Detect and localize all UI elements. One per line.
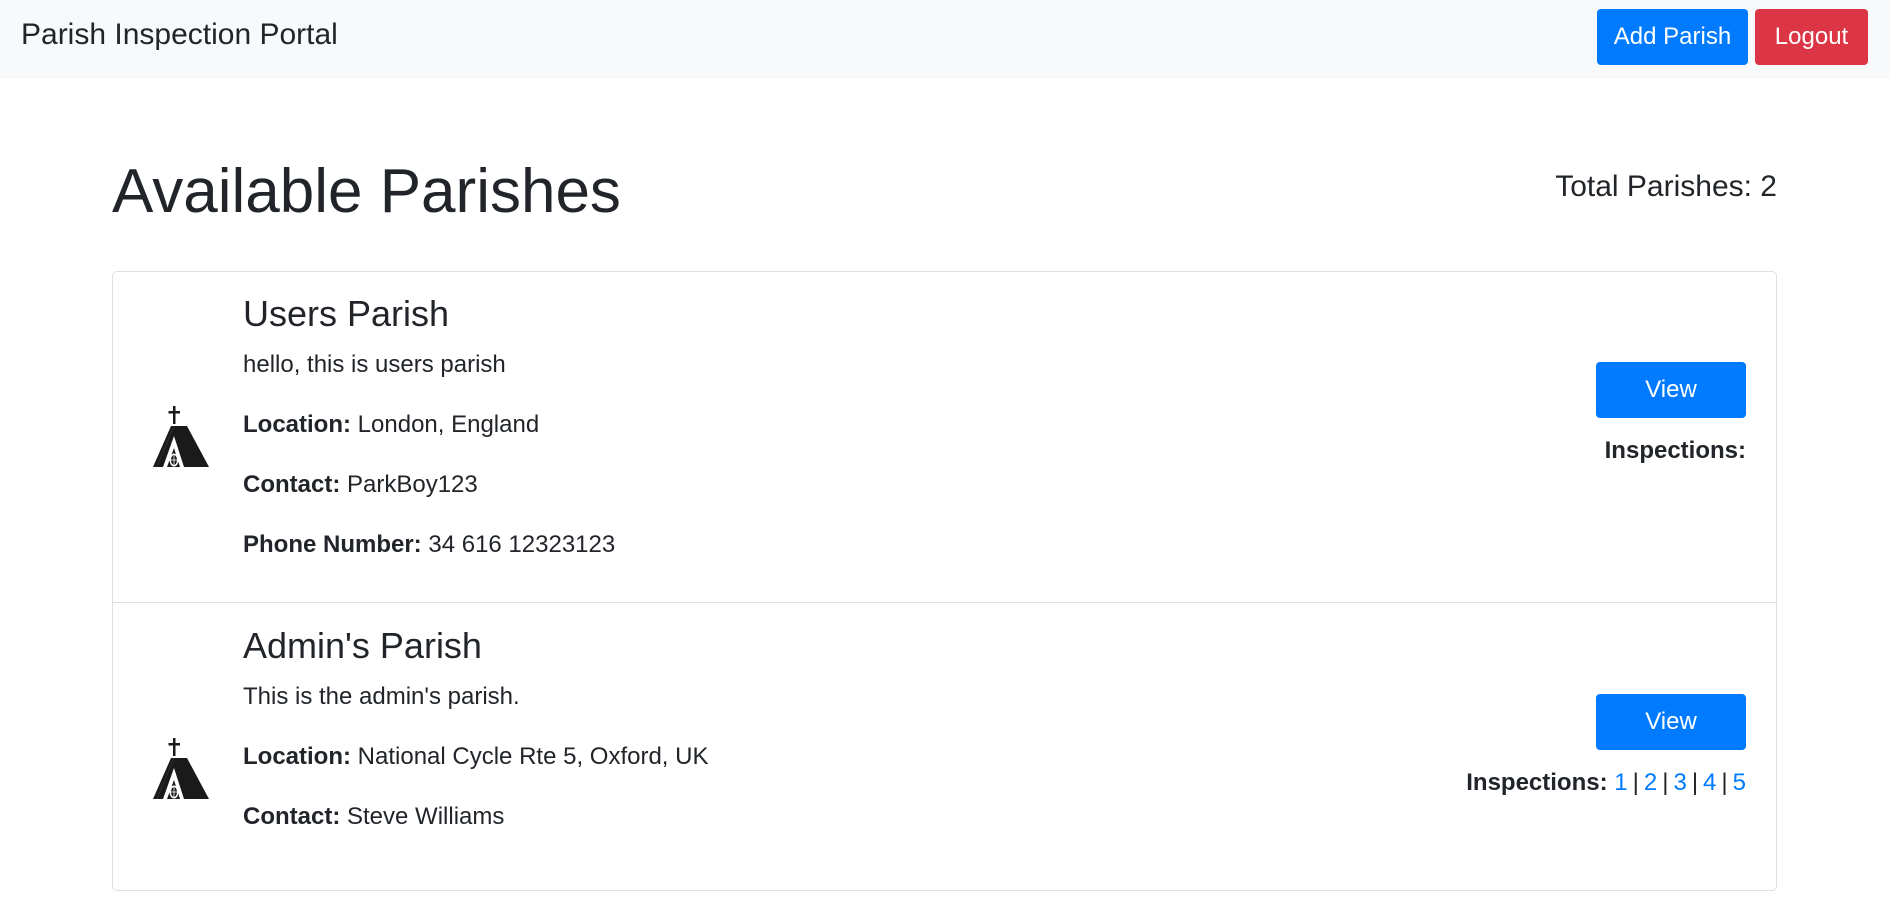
- church-icon: [153, 738, 209, 799]
- phone-label: Phone Number:: [243, 531, 422, 558]
- contact-label: Contact:: [243, 471, 341, 498]
- list-item: Users Parish hello, this is users parish…: [113, 272, 1776, 603]
- separator: |: [1691, 769, 1699, 796]
- logout-button[interactable]: Logout: [1755, 9, 1868, 65]
- parish-list: Users Parish hello, this is users parish…: [112, 271, 1777, 891]
- inspections-list: Inspections:: [1605, 437, 1746, 465]
- view-parish-button[interactable]: View: [1596, 362, 1746, 418]
- inspection-link[interactable]: 2: [1644, 769, 1657, 796]
- parish-location: Location: National Cycle Rte 5, Oxford, …: [243, 743, 708, 771]
- location-label: Location:: [243, 411, 351, 438]
- contact-value: ParkBoy123: [347, 471, 478, 498]
- location-value: London, England: [357, 411, 540, 438]
- church-icon: [153, 406, 209, 467]
- separator: |: [1721, 769, 1728, 796]
- separator: |: [1662, 769, 1669, 796]
- parish-contact: Contact: Steve Williams: [243, 803, 504, 831]
- add-parish-button[interactable]: Add Parish: [1597, 9, 1748, 65]
- phone-value: 34 616 12323123: [428, 531, 616, 558]
- location-value: National Cycle Rte 5, Oxford, UK: [357, 743, 709, 770]
- parish-name: Users Parish: [243, 293, 450, 334]
- total-parishes-count: Total Parishes: 2: [1555, 170, 1777, 203]
- inspection-link[interactable]: 5: [1733, 769, 1746, 796]
- inspection-link[interactable]: 1: [1614, 769, 1627, 796]
- separator: |: [1632, 769, 1639, 796]
- inspections-label: Inspections:: [1466, 769, 1608, 796]
- view-parish-button[interactable]: View: [1596, 694, 1746, 750]
- brand-link[interactable]: Parish Inspection Portal: [21, 18, 338, 52]
- parish-description: This is the admin's parish.: [243, 683, 520, 710]
- parish-name: Admin's Parish: [243, 625, 482, 666]
- page-title: Available Parishes: [112, 157, 621, 226]
- contact-label: Contact:: [243, 803, 341, 830]
- inspections-label: Inspections:: [1604, 437, 1746, 464]
- parish-contact: Contact: ParkBoy123: [243, 471, 478, 499]
- location-label: Location:: [243, 743, 351, 770]
- inspection-link[interactable]: 4: [1703, 769, 1716, 796]
- parish-description: hello, this is users parish: [243, 351, 506, 378]
- inspection-link[interactable]: 3: [1673, 769, 1686, 796]
- top-navbar: Parish Inspection Portal Add Parish Logo…: [0, 0, 1890, 79]
- inspections-list: Inspections: 1 | 2 | 3 | 4 | 5: [1466, 769, 1746, 797]
- parish-location: Location: London, England: [243, 411, 539, 439]
- contact-value: Steve Williams: [347, 803, 505, 830]
- parish-phone: Phone Number: 34 616 12323123: [243, 531, 615, 559]
- list-item: Admin's Parish This is the admin's paris…: [113, 604, 1776, 904]
